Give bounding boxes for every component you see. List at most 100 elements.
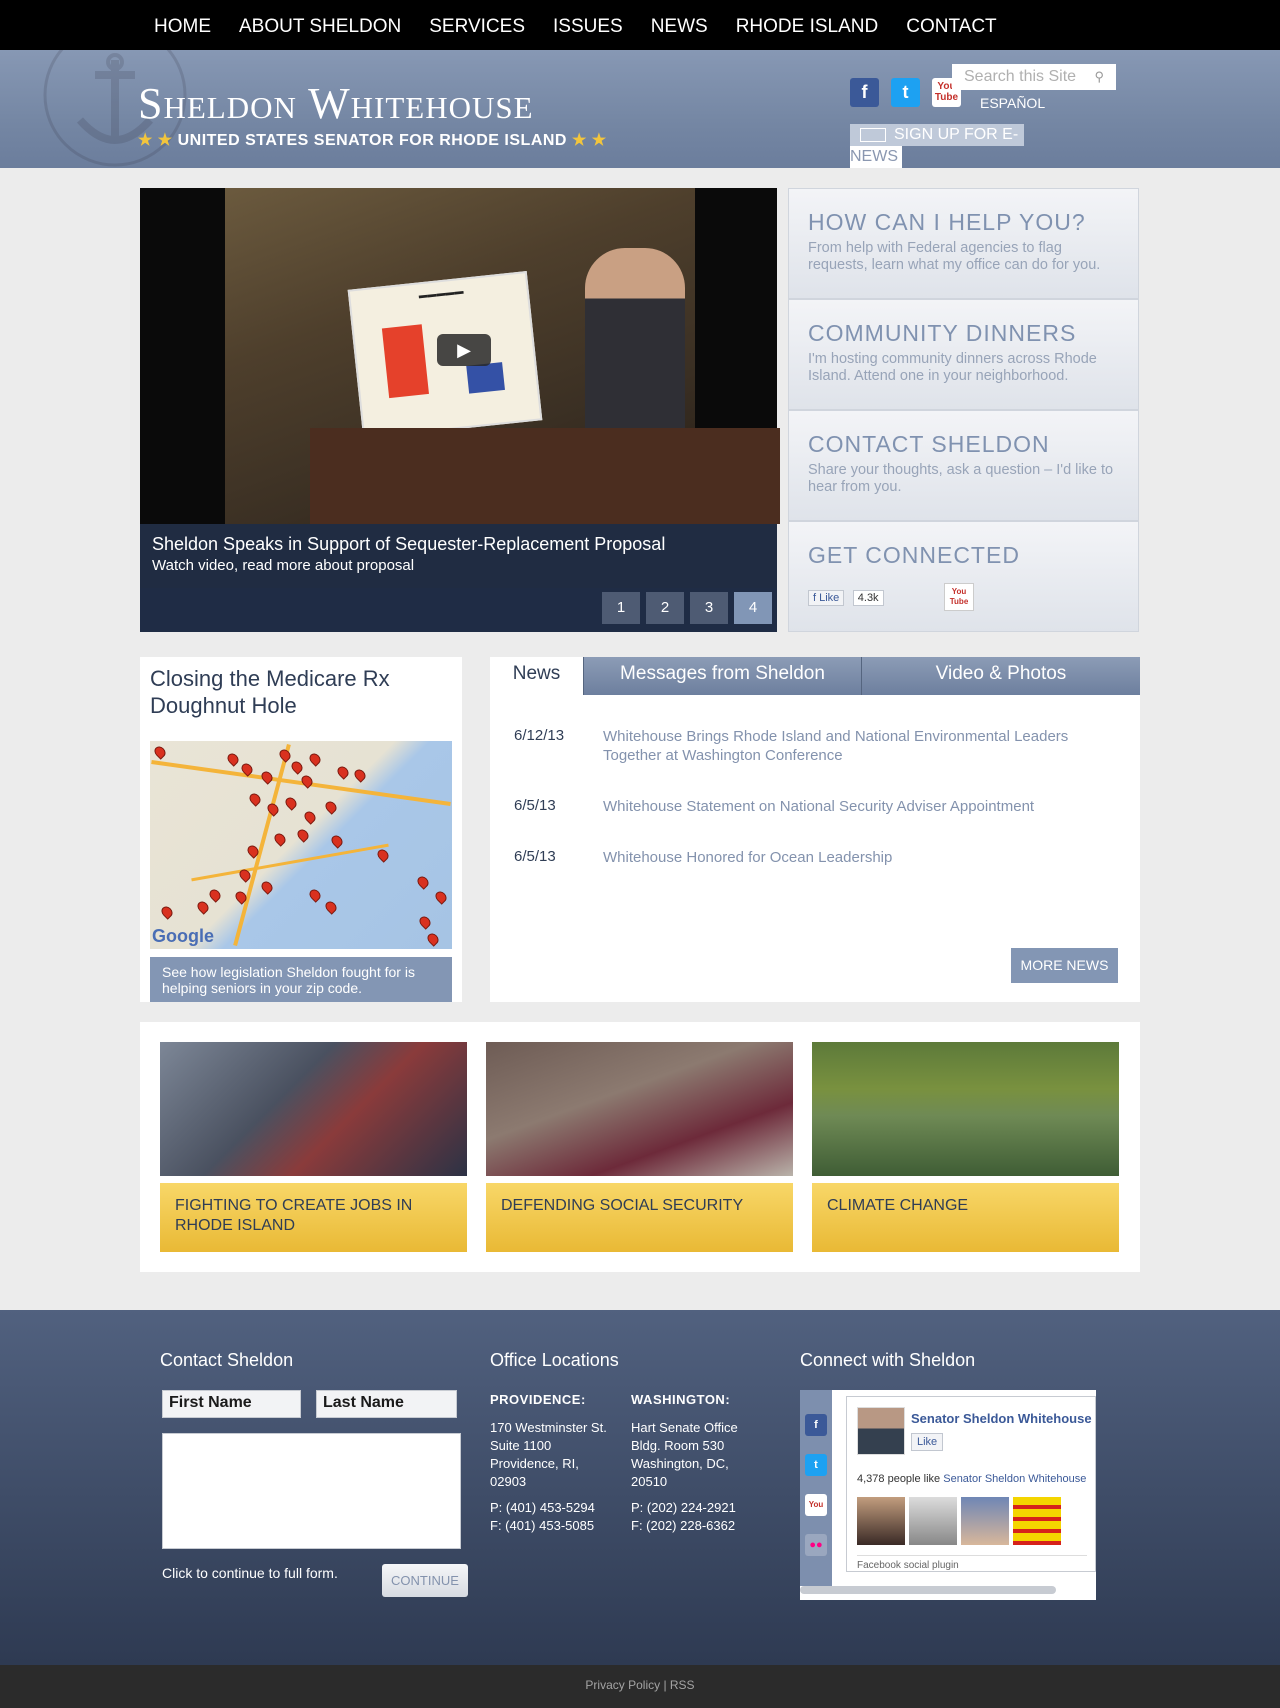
nav-news[interactable]: NEWS xyxy=(637,0,722,54)
like-count: 4.3k xyxy=(852,590,884,607)
fan-avatar[interactable] xyxy=(857,1497,905,1545)
slide-pager: 1 2 3 4 xyxy=(140,588,777,632)
office-washington-label: WASHINGTON: xyxy=(631,1392,731,1407)
twitter-icon[interactable]: t xyxy=(805,1454,827,1476)
news-title[interactable]: Whitehouse Brings Rhode Island and Natio… xyxy=(603,727,1123,765)
medicare-cta[interactable]: See how legislation Sheldon fought for i… xyxy=(150,957,452,1002)
issue-card[interactable]: FIGHTING TO CREATE JOBS IN RHODE ISLAND xyxy=(160,1042,467,1252)
slide-page-1[interactable]: 1 xyxy=(602,592,640,624)
privacy-rss-links[interactable]: Privacy Policy | RSS xyxy=(585,1678,694,1692)
news-title[interactable]: Whitehouse Statement on National Securit… xyxy=(603,797,1123,816)
office-line: Washington, DC, xyxy=(631,1456,729,1471)
bottom-bar: Privacy Policy | RSS xyxy=(0,1665,1280,1708)
slide-page-4[interactable]: 4 xyxy=(734,592,772,624)
slide-page-2[interactable]: 2 xyxy=(646,592,684,624)
map-pin xyxy=(272,831,288,847)
flickr-icon[interactable]: ●● xyxy=(805,1534,827,1556)
site-title[interactable]: Sheldon Whitehouse xyxy=(138,78,534,129)
map-pin xyxy=(277,747,293,763)
medicare-map[interactable]: Google xyxy=(150,741,452,949)
map-pin xyxy=(283,795,299,811)
tab-video-photos[interactable]: Video & Photos xyxy=(861,657,1140,695)
office-line: Providence, RI, xyxy=(490,1456,579,1471)
news-title[interactable]: Whitehouse Honored for Ocean Leadership xyxy=(603,848,1123,867)
twitter-icon[interactable]: t xyxy=(891,78,920,107)
issue-label[interactable]: DEFENDING SOCIAL SECURITY xyxy=(486,1183,793,1252)
widget-scrollbar[interactable] xyxy=(800,1586,1056,1594)
sidebar-contact[interactable]: CONTACT SHELDON Share your thoughts, ask… xyxy=(788,410,1139,521)
sidebar-help[interactable]: HOW CAN I HELP YOU? From help with Feder… xyxy=(788,188,1139,299)
nav-services[interactable]: SERVICES xyxy=(415,0,539,54)
first-name-field[interactable]: First Name xyxy=(162,1390,301,1418)
sidebar-dinners-text: I'm hosting community dinners across Rho… xyxy=(808,351,1097,384)
office-line: Bldg. Room 530 xyxy=(631,1438,725,1453)
medicare-title[interactable]: Closing the Medicare Rx Doughnut Hole xyxy=(150,665,450,719)
signup-enews-button[interactable]: SIGN UP FOR E- NEWS xyxy=(850,124,1024,168)
envelope-icon xyxy=(860,127,886,142)
fb-like-button[interactable]: Like xyxy=(911,1433,944,1451)
map-road xyxy=(191,843,389,882)
fb-page-name[interactable]: Senator Sheldon Whitehouse xyxy=(911,1411,1092,1426)
map-pin xyxy=(225,751,241,767)
fb-like-count: 4,378 people like Senator Sheldon Whiteh… xyxy=(857,1473,1086,1485)
map-pin xyxy=(375,847,391,863)
issue-photo[interactable] xyxy=(160,1042,467,1176)
office-phone: P: (401) 453-5294 xyxy=(490,1500,595,1515)
hero-title[interactable]: Sheldon Speaks in Support of Sequester-R… xyxy=(152,534,765,555)
issue-card[interactable]: CLIMATE CHANGE xyxy=(812,1042,1119,1252)
office-providence-label: PROVIDENCE: xyxy=(490,1392,586,1407)
map-pin xyxy=(152,744,168,760)
play-icon[interactable]: ▶ xyxy=(437,334,491,366)
continue-button[interactable]: CONTINUE xyxy=(382,1564,468,1597)
youtube-icon[interactable]: You Tube xyxy=(944,583,975,611)
search-input[interactable]: Search this Site ⚲ xyxy=(952,64,1116,90)
search-icon[interactable]: ⚲ xyxy=(1094,64,1104,90)
message-textarea[interactable] xyxy=(162,1433,461,1549)
site-subtitle-text: UNITED STATES SENATOR FOR RHODE ISLAND xyxy=(177,132,567,149)
avatar[interactable] xyxy=(857,1407,905,1455)
hero-subtitle: Watch video, read more about proposal xyxy=(152,557,415,574)
sidebar-help-title: HOW CAN I HELP YOU? xyxy=(808,209,1086,235)
facebook-icon[interactable]: f xyxy=(805,1414,827,1436)
sidebar-community-dinners[interactable]: COMMUNITY DINNERS I'm hosting community … xyxy=(788,299,1139,410)
map-pin xyxy=(323,899,339,915)
nav-rhode-island[interactable]: RHODE ISLAND xyxy=(722,0,893,54)
nav-about-sheldon[interactable]: ABOUT SHELDON xyxy=(225,0,415,54)
social-links: f t You Tube xyxy=(850,78,961,107)
office-line: Hart Senate Office xyxy=(631,1420,738,1435)
tab-news[interactable]: News xyxy=(490,657,583,695)
fb-count-link[interactable]: Senator Sheldon Whitehouse xyxy=(943,1473,1086,1485)
fan-avatar[interactable] xyxy=(961,1497,1009,1545)
nav-contact[interactable]: CONTACT xyxy=(892,0,1010,54)
fan-avatar[interactable] xyxy=(909,1497,957,1545)
issue-label[interactable]: FIGHTING TO CREATE JOBS IN RHODE ISLAND xyxy=(160,1183,467,1252)
office-fax: F: (401) 453-5085 xyxy=(490,1518,595,1533)
last-name-field[interactable]: Last Name xyxy=(316,1390,457,1418)
map-pin xyxy=(195,899,211,915)
hero-caption[interactable]: Sheldon Speaks in Support of Sequester-R… xyxy=(140,524,777,588)
offices-heading: Office Locations xyxy=(490,1350,619,1370)
office-phone: P: (202) 224-2921 xyxy=(631,1500,736,1515)
issue-label[interactable]: CLIMATE CHANGE xyxy=(812,1183,1119,1252)
star-icon: ★ ★ xyxy=(138,132,173,149)
nav-home[interactable]: HOME xyxy=(140,0,225,54)
map-pin xyxy=(323,799,339,815)
fan-avatar[interactable] xyxy=(1013,1497,1061,1545)
slide-page-3[interactable]: 3 xyxy=(690,592,728,624)
issue-photo[interactable] xyxy=(486,1042,793,1176)
site-subtitle: ★ ★ UNITED STATES SENATOR FOR RHODE ISLA… xyxy=(138,130,607,150)
connect-widget: f t You ●● Senator Sheldon Whitehouse Li… xyxy=(800,1390,1096,1600)
social-rail: f t You ●● xyxy=(800,1390,832,1586)
tab-messages-from-sheldon[interactable]: Messages from Sheldon xyxy=(583,657,861,695)
youtube-icon[interactable]: You xyxy=(805,1494,827,1516)
connect-heading: Connect with Sheldon xyxy=(800,1350,976,1370)
nav-issues[interactable]: ISSUES xyxy=(539,0,637,54)
facebook-like-button[interactable]: f Like xyxy=(808,590,845,607)
issue-card[interactable]: DEFENDING SOCIAL SECURITY xyxy=(486,1042,793,1252)
espanol-link[interactable]: ESPAÑOL xyxy=(980,95,1045,111)
map-pin xyxy=(415,874,431,890)
facebook-icon[interactable]: f xyxy=(850,78,879,107)
issue-photo[interactable] xyxy=(812,1042,1119,1176)
more-news-button[interactable]: MORE NEWS xyxy=(1011,948,1118,983)
map-pin xyxy=(289,759,305,775)
